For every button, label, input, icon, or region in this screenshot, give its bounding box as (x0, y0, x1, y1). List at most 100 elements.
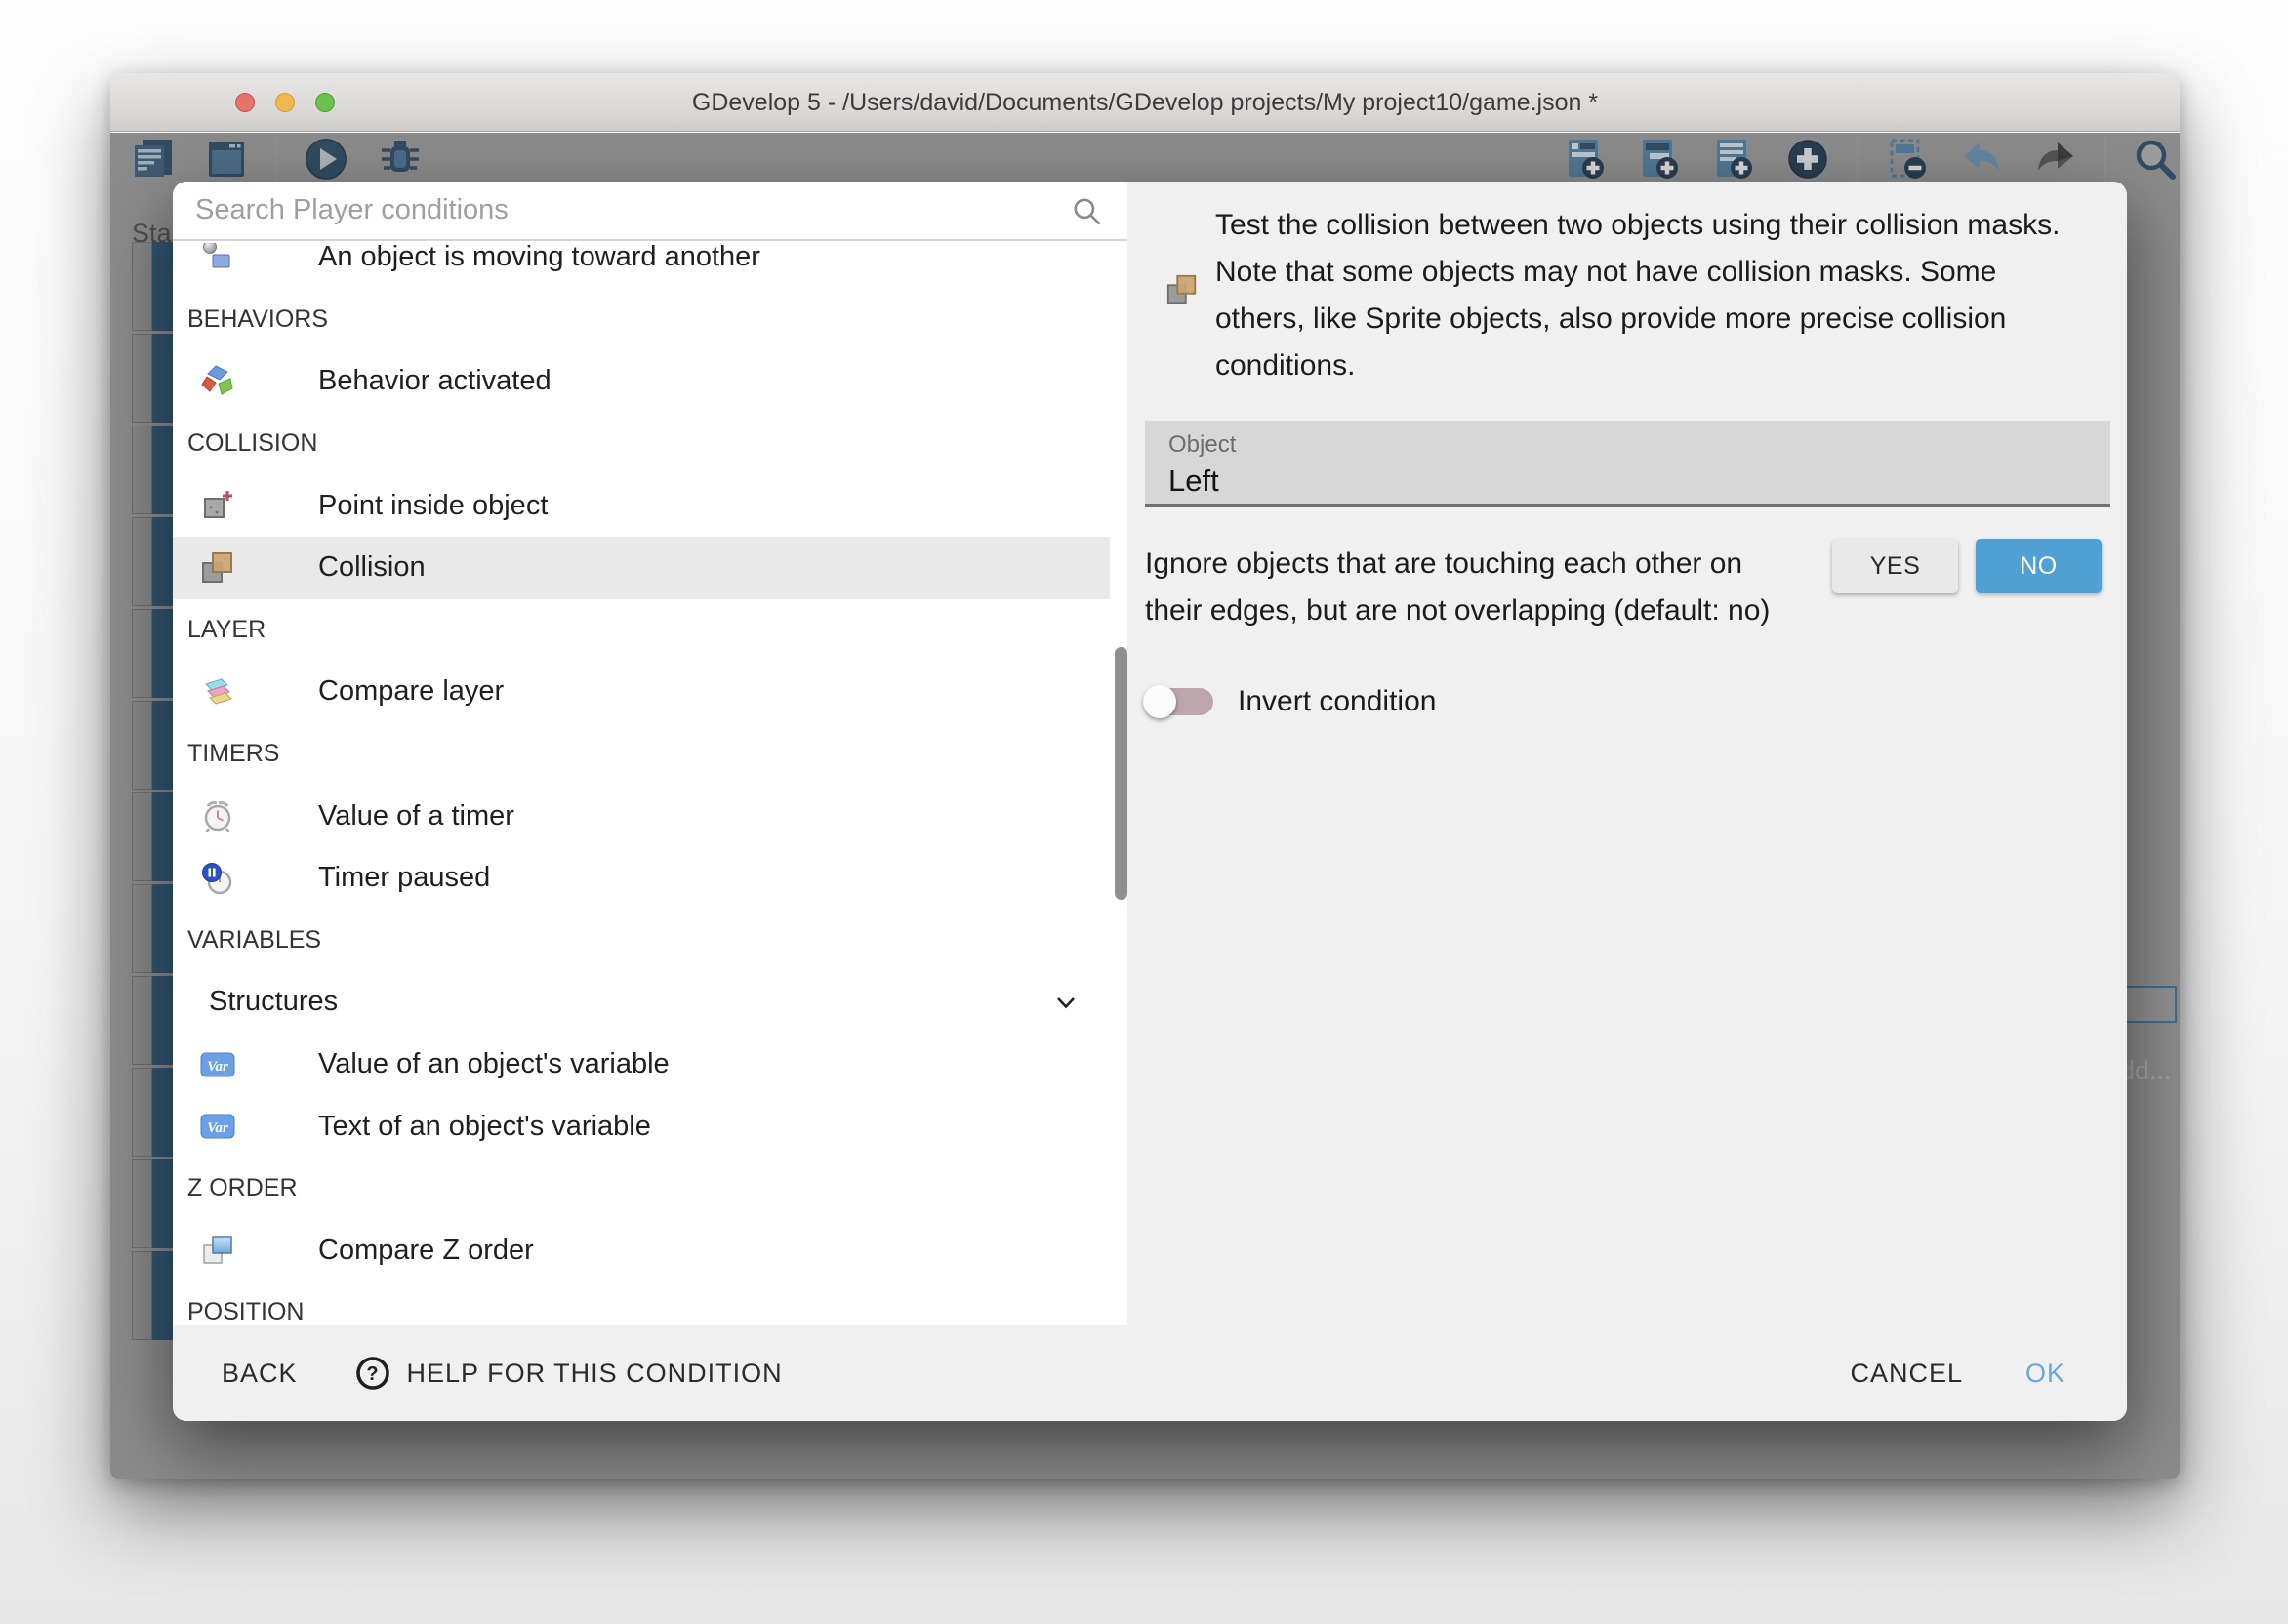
condition-label: Text of an object's variable (318, 1111, 651, 1143)
collision-icon (200, 550, 235, 586)
add-subevent-icon[interactable] (1632, 135, 1687, 183)
undo-icon[interactable] (1954, 135, 2009, 183)
event-row-sliver (132, 517, 173, 606)
toolbar-separator (2104, 138, 2106, 181)
condition-label: Timer paused (318, 862, 490, 894)
condition-item[interactable]: Behavior activated (173, 350, 1110, 413)
events-sheet-sliver (132, 242, 173, 1343)
preview-play-icon[interactable] (299, 135, 353, 183)
condition-label: Value of a timer (318, 800, 514, 832)
add-more-events-icon[interactable] (1780, 135, 1835, 183)
toggle-thumb[interactable] (1143, 685, 1176, 718)
event-row-sliver (132, 884, 173, 973)
condition-label: Structures (209, 986, 338, 1018)
redo-icon[interactable] (2028, 135, 2083, 183)
search-events-icon[interactable] (2128, 135, 2180, 183)
description-line: Test the collision between two objects u… (1215, 202, 2108, 249)
event-row-sliver (132, 1068, 173, 1157)
condition-item[interactable]: Structures (173, 971, 1110, 1034)
invert-condition-toggle[interactable] (1145, 688, 1213, 715)
back-button[interactable]: BACK (200, 1347, 319, 1401)
condition-item[interactable]: Timer paused (173, 847, 1110, 910)
minimize-button[interactable] (275, 93, 295, 112)
titlebar[interactable]: GDevelop 5 - /Users/david/Documents/GDev… (110, 73, 2180, 132)
svg-text:Var: Var (207, 1059, 228, 1075)
no-button[interactable]: NO (1976, 539, 2102, 593)
help-button-label: HELP FOR THIS CONDITION (407, 1359, 783, 1389)
description-line: conditions. (1215, 343, 2108, 389)
event-row-sliver (132, 976, 173, 1065)
condition-item[interactable]: Compare Z order (173, 1220, 1110, 1282)
chevron-down-icon[interactable] (1051, 988, 1081, 1017)
invert-condition-label: Invert condition (1238, 680, 1436, 723)
condition-label: Point inside object (318, 490, 548, 522)
toolbar-right (1558, 135, 2180, 183)
section-header: POSITION (173, 1281, 1127, 1325)
delete-event-icon[interactable] (1880, 135, 1935, 183)
zorder-icon (200, 1233, 235, 1268)
timer-paused-icon (200, 861, 235, 896)
svg-text:Var: Var (207, 1120, 228, 1136)
condition-label: Compare layer (318, 675, 504, 708)
condition-label: Compare Z order (318, 1235, 534, 1267)
condition-details-panel: Test the collision between two objects u… (1127, 182, 2127, 1325)
search-input[interactable] (173, 182, 1127, 239)
zoom-button[interactable] (315, 93, 335, 112)
list-scrollbar[interactable] (1115, 647, 1127, 900)
section-header: BEHAVIORS (173, 289, 1127, 351)
condition-item[interactable]: Point inside object (173, 474, 1110, 537)
condition-item[interactable]: Compare layer (173, 661, 1110, 723)
condition-label: Value of an object's variable (318, 1048, 670, 1080)
condition-item[interactable]: An object is moving toward another (173, 243, 1110, 289)
toolbar-separator (1857, 138, 1859, 181)
object-field-value[interactable]: Left (1168, 464, 1219, 499)
search-row (173, 182, 1127, 241)
ok-button[interactable]: OK (2004, 1347, 2087, 1401)
cancel-button[interactable]: CANCEL (1828, 1347, 1984, 1401)
section-header: VARIABLES (173, 910, 1127, 972)
description-line: others, like Sprite objects, also provid… (1215, 296, 2108, 343)
object-field[interactable]: Object Left (1145, 421, 2110, 507)
window-title: GDevelop 5 - /Users/david/Documents/GDev… (110, 73, 2180, 132)
conditions-panel: An object is moving toward anotherBEHAVI… (173, 182, 1127, 1325)
collision-icon (1165, 273, 1199, 306)
point-inside-icon (200, 488, 235, 523)
condition-item[interactable]: Collision (173, 537, 1110, 599)
object-field-label: Object (1168, 431, 1236, 459)
event-row-sliver (132, 792, 173, 881)
project-manager-icon[interactable] (125, 135, 180, 183)
event-row-sliver (132, 426, 173, 514)
toolbar-separator (275, 138, 277, 181)
add-event-icon[interactable] (1558, 135, 1613, 183)
ignore-edges-label: Ignore objects that are touching each ot… (1145, 541, 1770, 634)
condition-item[interactable]: Value of a timer (173, 785, 1110, 847)
condition-editor-dialog: An object is moving toward anotherBEHAVI… (173, 182, 2127, 1421)
event-row-sliver (132, 701, 173, 790)
help-button[interactable]: ? HELP FOR THIS CONDITION (333, 1343, 804, 1403)
help-icon: ? (354, 1355, 391, 1392)
description-line: Note that some objects may not have coll… (1215, 249, 2108, 296)
desktop: GDevelop 5 - /Users/david/Documents/GDev… (0, 0, 2288, 1624)
dialog-footer: BACK ? HELP FOR THIS CONDITION CANCEL OK (173, 1325, 2127, 1421)
scene-editor-icon[interactable] (199, 135, 254, 183)
condition-label: Behavior activated (318, 365, 552, 397)
debug-icon[interactable] (373, 135, 428, 183)
timer-icon (200, 798, 235, 833)
condition-item[interactable]: Var Value of an object's variable (173, 1034, 1110, 1096)
section-header: LAYER (173, 599, 1127, 662)
conditions-list: An object is moving toward anotherBEHAVI… (173, 243, 1127, 1325)
event-row-sliver (132, 1251, 173, 1340)
conditions-list-viewport[interactable]: An object is moving toward anotherBEHAVI… (173, 243, 1127, 1325)
add-button-fragment: dd... (2120, 1056, 2172, 1086)
add-comment-icon[interactable] (1706, 135, 1761, 183)
condition-item[interactable]: Var Text of an object's variable (173, 1095, 1110, 1157)
section-header: COLLISION (173, 413, 1127, 475)
event-row-sliver (132, 334, 173, 423)
var-icon: Var (200, 1109, 235, 1144)
toolbar-left (125, 135, 428, 183)
close-button[interactable] (235, 93, 255, 112)
section-header: TIMERS (173, 723, 1127, 786)
yes-button[interactable]: YES (1832, 539, 1958, 593)
condition-description: Test the collision between two objects u… (1215, 202, 2108, 389)
event-row-sliver (132, 1159, 173, 1248)
